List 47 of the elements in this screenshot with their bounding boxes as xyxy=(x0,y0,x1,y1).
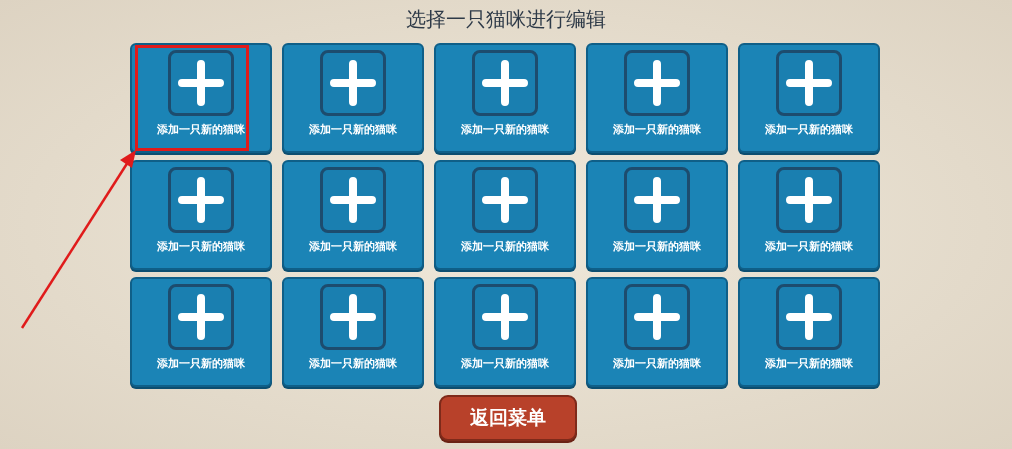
card-label: 添加一只新的猫咪 xyxy=(309,122,397,137)
card-label: 添加一只新的猫咪 xyxy=(613,122,701,137)
card-label: 添加一只新的猫咪 xyxy=(613,356,701,371)
card-label: 添加一只新的猫咪 xyxy=(461,239,549,254)
add-icon xyxy=(168,284,234,350)
cat-card[interactable]: 添加一只新的猫咪 xyxy=(130,160,272,270)
add-icon xyxy=(776,284,842,350)
add-icon xyxy=(168,50,234,116)
back-button[interactable]: 返回菜单 xyxy=(439,395,577,441)
add-icon xyxy=(472,167,538,233)
add-icon xyxy=(776,167,842,233)
add-icon xyxy=(472,50,538,116)
card-label: 添加一只新的猫咪 xyxy=(765,356,853,371)
add-icon xyxy=(320,50,386,116)
card-label: 添加一只新的猫咪 xyxy=(765,239,853,254)
cat-card[interactable]: 添加一只新的猫咪 xyxy=(738,277,880,387)
add-icon xyxy=(472,284,538,350)
cat-card[interactable]: 添加一只新的猫咪 xyxy=(434,160,576,270)
cat-card[interactable]: 添加一只新的猫咪 xyxy=(130,43,272,153)
add-icon xyxy=(624,50,690,116)
card-label: 添加一只新的猫咪 xyxy=(309,239,397,254)
cat-card[interactable]: 添加一只新的猫咪 xyxy=(586,160,728,270)
cat-card[interactable]: 添加一只新的猫咪 xyxy=(130,277,272,387)
cat-card[interactable]: 添加一只新的猫咪 xyxy=(738,160,880,270)
screen-title: 选择一只猫咪进行编辑 xyxy=(405,6,607,33)
cat-card[interactable]: 添加一只新的猫咪 xyxy=(586,43,728,153)
cat-card[interactable]: 添加一只新的猫咪 xyxy=(586,277,728,387)
add-icon xyxy=(624,284,690,350)
add-icon xyxy=(320,284,386,350)
card-label: 添加一只新的猫咪 xyxy=(613,239,701,254)
add-icon xyxy=(776,50,842,116)
card-label: 添加一只新的猫咪 xyxy=(461,356,549,371)
cat-card[interactable]: 添加一只新的猫咪 xyxy=(282,160,424,270)
cat-card[interactable]: 添加一只新的猫咪 xyxy=(434,43,576,153)
add-icon xyxy=(168,167,234,233)
add-icon xyxy=(624,167,690,233)
card-label: 添加一只新的猫咪 xyxy=(157,122,245,137)
card-label: 添加一只新的猫咪 xyxy=(309,356,397,371)
cat-card[interactable]: 添加一只新的猫咪 xyxy=(282,277,424,387)
cat-card[interactable]: 添加一只新的猫咪 xyxy=(738,43,880,153)
cat-card[interactable]: 添加一只新的猫咪 xyxy=(282,43,424,153)
add-icon xyxy=(320,167,386,233)
card-label: 添加一只新的猫咪 xyxy=(157,356,245,371)
card-label: 添加一只新的猫咪 xyxy=(461,122,549,137)
card-label: 添加一只新的猫咪 xyxy=(765,122,853,137)
cat-card[interactable]: 添加一只新的猫咪 xyxy=(434,277,576,387)
card-label: 添加一只新的猫咪 xyxy=(157,239,245,254)
